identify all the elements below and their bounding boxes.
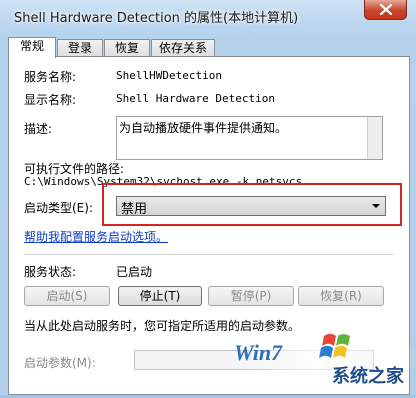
watermark-site-name: 系统之家 xyxy=(332,366,404,387)
start-button[interactable]: 启动(S) xyxy=(24,286,110,306)
divider xyxy=(24,254,394,255)
tab-dependencies[interactable]: 依存关系 xyxy=(151,39,215,57)
description-box[interactable]: 为自动播放硬件事件提供通知。 xyxy=(116,116,383,160)
tab-general[interactable]: 常规 xyxy=(8,37,56,58)
display-name-value: Shell Hardware Detection xyxy=(116,92,275,105)
close-icon xyxy=(379,4,393,15)
service-status-value: 已启动 xyxy=(116,265,153,279)
startup-type-value: 禁用 xyxy=(121,202,148,217)
close-button[interactable] xyxy=(364,0,407,20)
properties-window: Shell Hardware Detection 的属性(本地计算机) 常规 登… xyxy=(0,0,416,395)
tab-logon[interactable]: 登录 xyxy=(57,39,103,57)
chevron-down-icon xyxy=(367,197,385,215)
startup-type-label: 启动类型(E): xyxy=(24,201,93,215)
tab-strip: 常规 登录 恢复 依存关系 xyxy=(8,37,410,58)
help-configure-link[interactable]: 帮助我配置服务启动选项。 xyxy=(24,228,168,245)
service-status-label: 服务状态: xyxy=(24,265,77,279)
tab-recovery[interactable]: 恢复 xyxy=(104,39,150,57)
window-title: Shell Hardware Detection 的属性(本地计算机) xyxy=(14,11,299,26)
watermark-brand: Win7 xyxy=(234,340,283,365)
service-name-label: 服务名称: xyxy=(24,70,77,84)
description-label: 描述: xyxy=(24,122,53,136)
display-name-label: 显示名称: xyxy=(24,93,77,107)
title-bar: Shell Hardware Detection 的属性(本地计算机) xyxy=(0,0,416,30)
start-params-label: 启动参数(M): xyxy=(24,356,96,370)
service-name-value: ShellHWDetection xyxy=(116,69,222,82)
pause-button[interactable]: 暂停(P) xyxy=(208,286,294,306)
description-scrollbar[interactable] xyxy=(367,117,382,159)
watermark-logo: Win7 系统之家 xyxy=(228,318,416,395)
description-text: 为自动播放硬件事件提供通知。 xyxy=(119,121,288,135)
resume-button[interactable]: 恢复(R) xyxy=(298,286,384,306)
stop-button[interactable]: 停止(T) xyxy=(118,286,202,306)
startup-type-select[interactable]: 禁用 xyxy=(116,196,386,217)
